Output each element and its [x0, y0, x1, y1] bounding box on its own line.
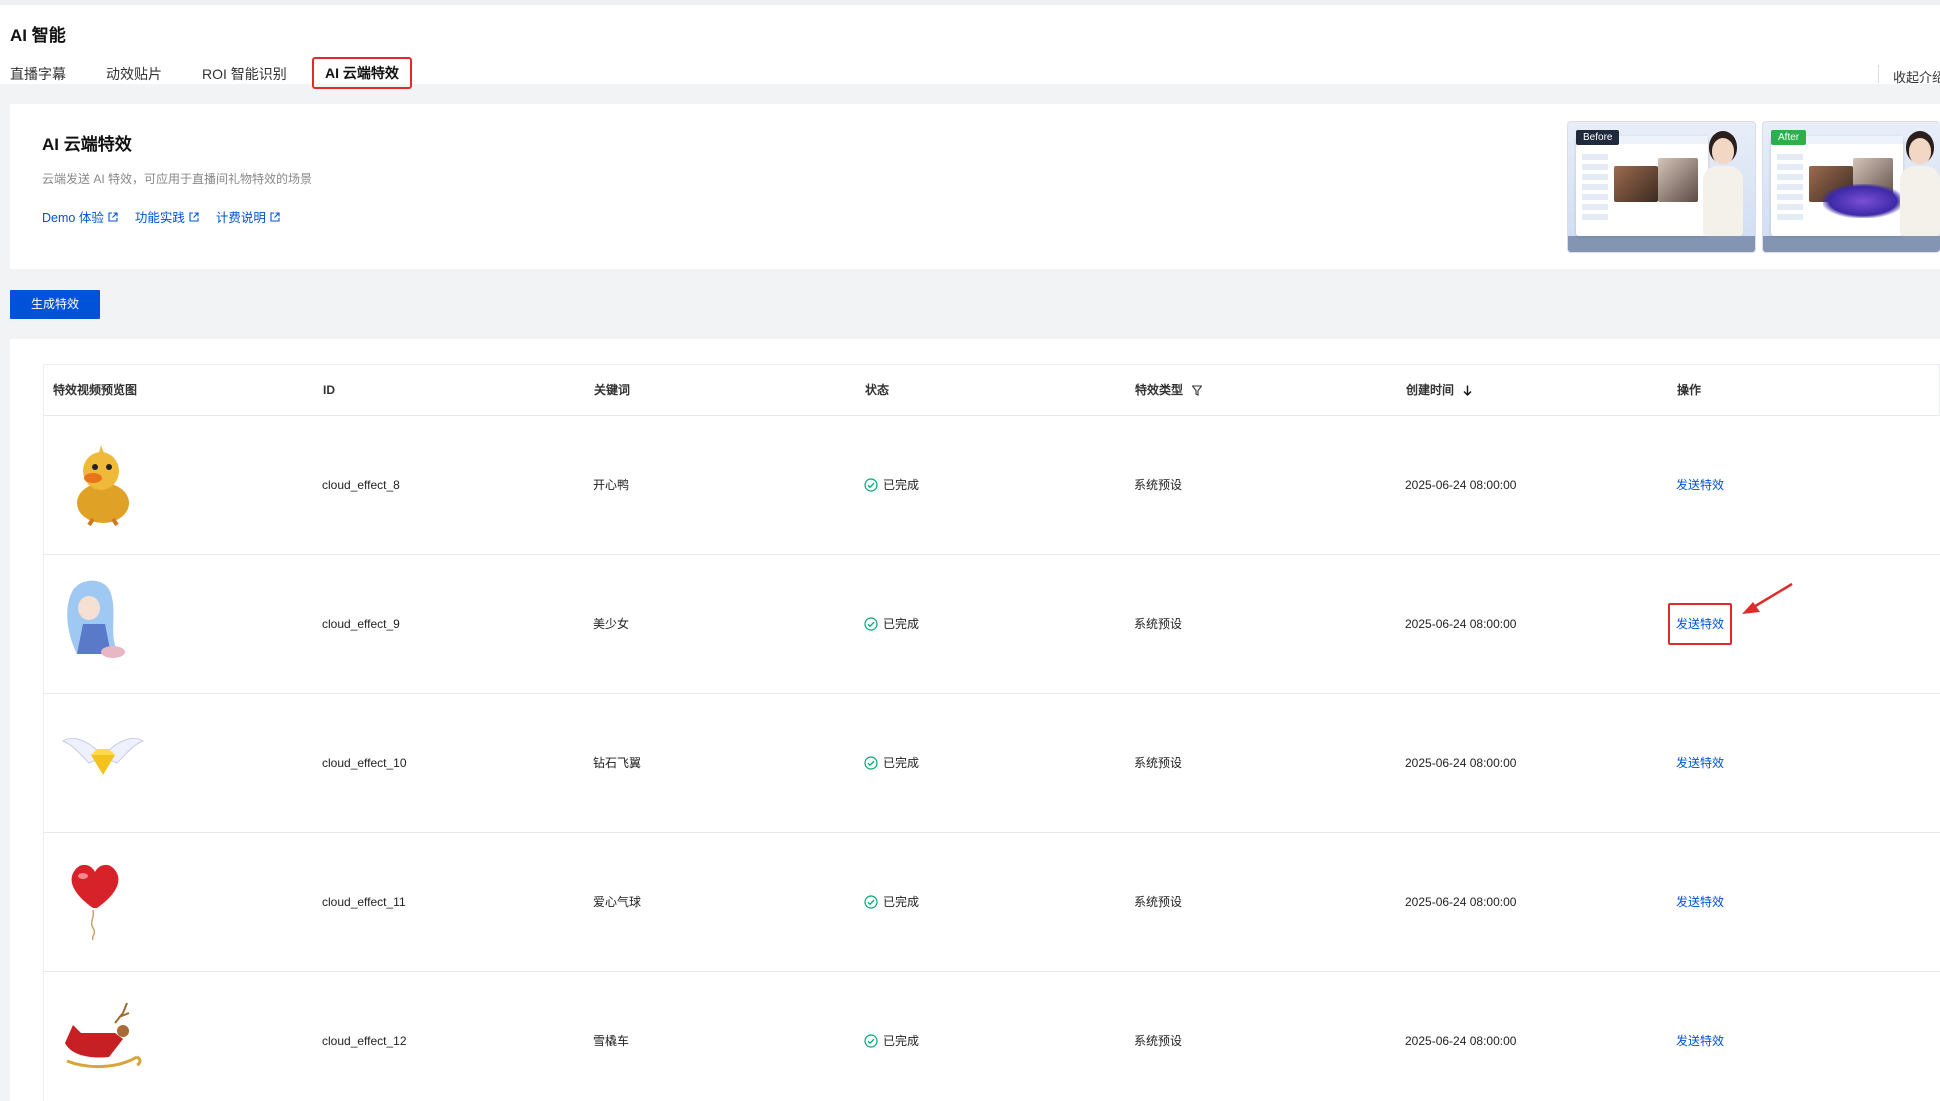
- billing-link-label: 计费说明: [215, 211, 266, 225]
- check-circle-icon: [864, 756, 878, 770]
- send-effect-link[interactable]: 发送特效: [1676, 1034, 1724, 1048]
- external-link-icon: [189, 211, 199, 222]
- send-effect-link-highlighted[interactable]: 发送特效: [1668, 603, 1733, 645]
- status-cell: 已完成: [864, 416, 919, 554]
- demo-link[interactable]: Demo 体验: [42, 207, 118, 226]
- sleigh-icon: [53, 987, 153, 1087]
- column-header-type[interactable]: 特效类型: [1135, 365, 1203, 415]
- effect-keyword: 爱心气球: [593, 895, 642, 909]
- effect-type: 系统预设: [1134, 756, 1183, 770]
- effects-table-card: 特效视频预览图 ID 关键词 状态 特效类型 创建时间 操作 cloud_eff…: [10, 339, 1940, 1101]
- tab-ai-cloud-effects[interactable]: AI 云端特效: [312, 57, 412, 89]
- intro-title: AI 云端特效: [42, 135, 132, 154]
- effect-id: cloud_effect_10: [322, 756, 407, 770]
- sports-car-effect: [1823, 184, 1903, 218]
- effect-type: 系统预设: [1134, 895, 1183, 909]
- effect-keyword: 钻石飞翼: [593, 756, 642, 770]
- created-time: 2025-06-24 08:00:00: [1405, 478, 1517, 492]
- status-text: 已完成: [883, 478, 920, 492]
- before-tag: Before: [1576, 130, 1620, 145]
- external-link-icon: [270, 211, 280, 222]
- effect-keyword: 开心鸭: [593, 478, 630, 492]
- tab-motion-stickers[interactable]: 动效贴片: [106, 60, 162, 89]
- top-bar: AI 智能 直播字幕 动效贴片 ROI 智能识别 AI 云端特效 收起介绍: [0, 0, 1940, 89]
- practice-link-label: 功能实践: [134, 211, 185, 225]
- after-tag: After: [1771, 130, 1807, 145]
- status-cell: 已完成: [864, 694, 919, 832]
- effect-id: cloud_effect_12: [322, 1034, 407, 1048]
- effect-id: cloud_effect_11: [322, 895, 406, 909]
- tab-roi-recognition[interactable]: ROI 智能识别: [202, 60, 287, 89]
- send-effect-link[interactable]: 发送特效: [1676, 478, 1724, 492]
- table-row: cloud_effect_11 爱心气球 已完成 系统预设 2025-06-24…: [43, 833, 1940, 972]
- column-header-type-label: 特效类型: [1135, 383, 1184, 397]
- send-effect-link[interactable]: 发送特效: [1676, 756, 1724, 770]
- effect-type: 系统预设: [1134, 1034, 1183, 1048]
- send-effect-cell: 发送特效: [1676, 833, 1724, 971]
- send-effect-cell: 发送特效: [1668, 555, 1733, 693]
- billing-link[interactable]: 计费说明: [216, 207, 280, 226]
- intro-description: 云端发送 AI 特效，可应用于直播间礼物特效的场景: [42, 172, 313, 186]
- column-header-created[interactable]: 创建时间: [1406, 365, 1472, 415]
- effect-keyword: 雪橇车: [593, 1034, 630, 1048]
- status-text: 已完成: [883, 1034, 920, 1048]
- annotation-arrow-icon: [1742, 582, 1793, 614]
- table-header: 特效视频预览图 ID 关键词 状态 特效类型 创建时间 操作: [43, 364, 1940, 416]
- tab-live-subtitles[interactable]: 直播字幕: [10, 60, 66, 89]
- status-cell: 已完成: [864, 972, 919, 1101]
- send-effect-cell: 发送特效: [1676, 416, 1724, 554]
- column-header-actions: 操作: [1677, 383, 1702, 397]
- effect-keyword: 美少女: [593, 617, 630, 631]
- heart-balloon-icon: [53, 848, 153, 948]
- table-row: cloud_effect_12 雪橇车 已完成 系统预设 2025-06-24 …: [43, 972, 1940, 1101]
- status-cell: 已完成: [864, 555, 919, 693]
- duck-icon: [53, 431, 153, 531]
- check-circle-icon: [864, 478, 878, 492]
- preview-before-image: Before: [1567, 121, 1756, 253]
- column-header-created-label: 创建时间: [1406, 383, 1455, 397]
- created-time: 2025-06-24 08:00:00: [1405, 895, 1517, 909]
- effects-table: 特效视频预览图 ID 关键词 状态 特效类型 创建时间 操作 cloud_eff…: [43, 364, 1940, 1101]
- status-text: 已完成: [883, 895, 920, 909]
- intro-links: Demo 体验 功能实践 计费说明: [42, 207, 280, 226]
- column-header-id: ID: [323, 383, 335, 397]
- page-title: AI 智能: [10, 26, 66, 45]
- effect-type: 系统预设: [1134, 617, 1183, 631]
- practice-link[interactable]: 功能实践: [135, 207, 199, 226]
- table-row: cloud_effect_10 钻石飞翼 已完成 系统预设 2025-06-24…: [43, 694, 1940, 833]
- demo-link-label: Demo 体验: [42, 211, 104, 225]
- created-time: 2025-06-24 08:00:00: [1405, 1034, 1517, 1048]
- created-time: 2025-06-24 08:00:00: [1405, 617, 1517, 631]
- column-header-keyword: 关键词: [594, 383, 631, 397]
- status-text: 已完成: [883, 756, 920, 770]
- external-link-icon: [108, 211, 118, 222]
- sort-down-icon[interactable]: [1463, 385, 1472, 397]
- presenter-figure: [1898, 134, 1940, 244]
- send-effect-cell: 发送特效: [1676, 694, 1724, 832]
- effect-type: 系统预设: [1134, 478, 1183, 492]
- table-row: cloud_effect_9 美少女 已完成 系统预设 2025-06-24 0…: [43, 555, 1940, 694]
- diamond-wings-icon: [53, 709, 153, 809]
- send-effect-cell: 发送特效: [1676, 972, 1724, 1101]
- check-circle-icon: [864, 895, 878, 909]
- column-header-status: 状态: [865, 383, 890, 397]
- status-cell: 已完成: [864, 833, 919, 971]
- divider: [1878, 65, 1879, 83]
- filter-icon[interactable]: [1192, 385, 1203, 397]
- anime-girl-icon: [53, 570, 153, 670]
- created-time: 2025-06-24 08:00:00: [1405, 756, 1517, 770]
- column-header-preview: 特效视频预览图: [53, 383, 138, 397]
- presenter-figure: [1701, 134, 1745, 244]
- check-circle-icon: [864, 1034, 878, 1048]
- table-row: cloud_effect_8 开心鸭 已完成 系统预设 2025-06-24 0…: [43, 416, 1940, 555]
- status-text: 已完成: [883, 617, 920, 631]
- collapse-intro-link[interactable]: 收起介绍: [1893, 67, 1940, 86]
- preview-after-image: After: [1762, 121, 1940, 253]
- check-circle-icon: [864, 617, 878, 631]
- effect-id: cloud_effect_9: [322, 617, 400, 631]
- send-effect-link[interactable]: 发送特效: [1676, 895, 1724, 909]
- effect-id: cloud_effect_8: [322, 478, 400, 492]
- create-effect-button[interactable]: 生成特效: [10, 290, 100, 319]
